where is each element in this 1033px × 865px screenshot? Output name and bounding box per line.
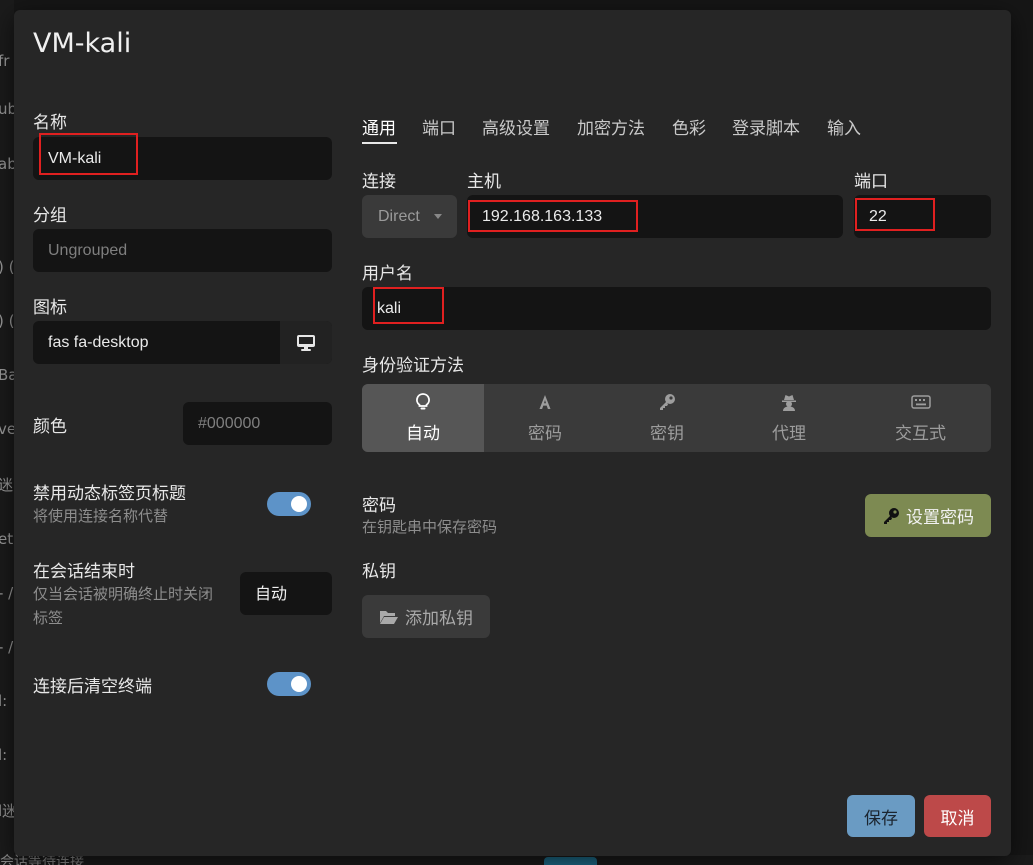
background-text: ab <box>0 155 14 173</box>
on-session-end-hint: 仅当会话被明确终止时关闭 <box>33 585 214 603</box>
connection-value: Direct <box>378 208 420 225</box>
background-text: et <box>0 530 14 548</box>
password-hint: 在钥匙串中保存密码 <box>362 518 498 536</box>
highlight-box <box>373 287 444 324</box>
background-text: Ba <box>0 366 14 384</box>
on-session-end-select[interactable]: 自动 <box>240 572 332 615</box>
highlight-box <box>855 198 935 231</box>
highlight-box <box>39 133 138 175</box>
tab-login-scripts[interactable]: 登录脚本 <box>732 114 800 139</box>
lightbulb-icon <box>362 392 484 412</box>
key-icon <box>884 507 899 524</box>
username-label: 用户名 <box>362 264 413 284</box>
color-input[interactable]: #000000 <box>183 402 332 445</box>
user-secret-icon <box>728 392 850 412</box>
host-label: 主机 <box>467 172 501 192</box>
password-label: 密码 <box>362 496 396 516</box>
auth-option-label: 自动 <box>406 424 440 444</box>
icon-label: 图标 <box>33 298 67 318</box>
background-bottom-bar: 会话等待连接 <box>0 854 1033 865</box>
tab-colors[interactable]: 色彩 <box>672 114 706 139</box>
auth-option-label: 密码 <box>528 424 562 444</box>
add-private-key-button[interactable]: 添加私钥 <box>362 595 490 638</box>
background-text: 迷 <box>0 476 14 494</box>
background-text: l: <box>0 692 8 710</box>
active-tab-underline <box>362 142 397 144</box>
auth-option-interactive[interactable]: 交互式 <box>850 384 991 452</box>
tab-input[interactable]: 输入 <box>827 114 861 139</box>
auth-option-key[interactable]: 密钥 <box>606 384 728 452</box>
background-text: - / <box>0 638 14 656</box>
disable-dynamic-title-toggle[interactable] <box>267 492 311 516</box>
dialog-title: VM-kali <box>33 28 132 59</box>
auth-option-label: 密钥 <box>650 424 684 444</box>
connection-label: 连接 <box>362 172 396 192</box>
tab-general[interactable]: 通用 <box>362 114 396 139</box>
tab-advanced[interactable]: 高级设置 <box>482 114 550 139</box>
edit-profile-dialog: VM-kali 名称 VM-kali 分组 Ungrouped 图标 fas f… <box>14 10 1011 856</box>
tab-ciphers[interactable]: 加密方法 <box>577 114 645 139</box>
auth-option-password[interactable]: 密码 <box>484 384 606 452</box>
keyboard-icon <box>850 392 991 412</box>
clear-terminal-toggle[interactable] <box>267 672 311 696</box>
color-label: 颜色 <box>33 417 67 437</box>
background-text: l: <box>0 746 8 764</box>
add-private-key-label: 添加私钥 <box>405 609 473 629</box>
group-label: 分组 <box>33 206 67 226</box>
cancel-button[interactable]: 取消 <box>924 795 991 837</box>
key-icon <box>606 392 728 412</box>
name-label: 名称 <box>33 113 67 133</box>
on-session-end-label: 在会话结束时 <box>33 562 135 582</box>
disable-dynamic-title-label: 禁用动态标签页标题 <box>33 484 186 504</box>
group-input[interactable]: Ungrouped <box>33 229 332 272</box>
on-session-end-hint: 标签 <box>33 609 64 627</box>
set-password-label: 设置密码 <box>906 508 974 528</box>
folder-open-icon <box>380 610 398 624</box>
clear-terminal-label: 连接后清空终端 <box>33 677 152 697</box>
port-label: 端口 <box>854 172 888 192</box>
save-button[interactable]: 保存 <box>847 795 915 837</box>
auth-method-label: 身份验证方法 <box>362 356 464 376</box>
private-key-label: 私钥 <box>362 562 396 582</box>
background-text: ) ( <box>0 312 14 330</box>
highlight-box <box>468 200 638 232</box>
set-password-button[interactable]: 设置密码 <box>865 494 991 537</box>
background-text: fr <box>0 52 10 70</box>
background-badge <box>544 857 597 865</box>
auth-option-auto[interactable]: 自动 <box>362 384 484 452</box>
connection-select[interactable]: Direct <box>362 195 457 238</box>
chevron-down-icon <box>434 214 442 219</box>
background-list: fr ub ab ) ( ) ( Ba ver 迷 et - / - / l: … <box>0 0 14 865</box>
background-text: ver <box>0 420 14 438</box>
auth-option-label: 交互式 <box>895 424 946 444</box>
background-text: l迷 <box>0 802 14 820</box>
background-text: ub <box>0 100 14 118</box>
auth-method-group: 自动 密码 密钥 代理 交互式 <box>362 384 991 452</box>
auth-option-label: 代理 <box>772 424 806 444</box>
tab-ports[interactable]: 端口 <box>422 114 456 139</box>
background-text: - / <box>0 584 14 602</box>
desktop-icon[interactable] <box>280 321 332 364</box>
username-input[interactable]: kali <box>362 287 991 330</box>
background-text: ) ( <box>0 258 14 276</box>
disable-dynamic-title-hint: 将使用连接名称代替 <box>33 507 169 525</box>
font-a-icon <box>484 392 606 412</box>
auth-option-agent[interactable]: 代理 <box>728 384 850 452</box>
